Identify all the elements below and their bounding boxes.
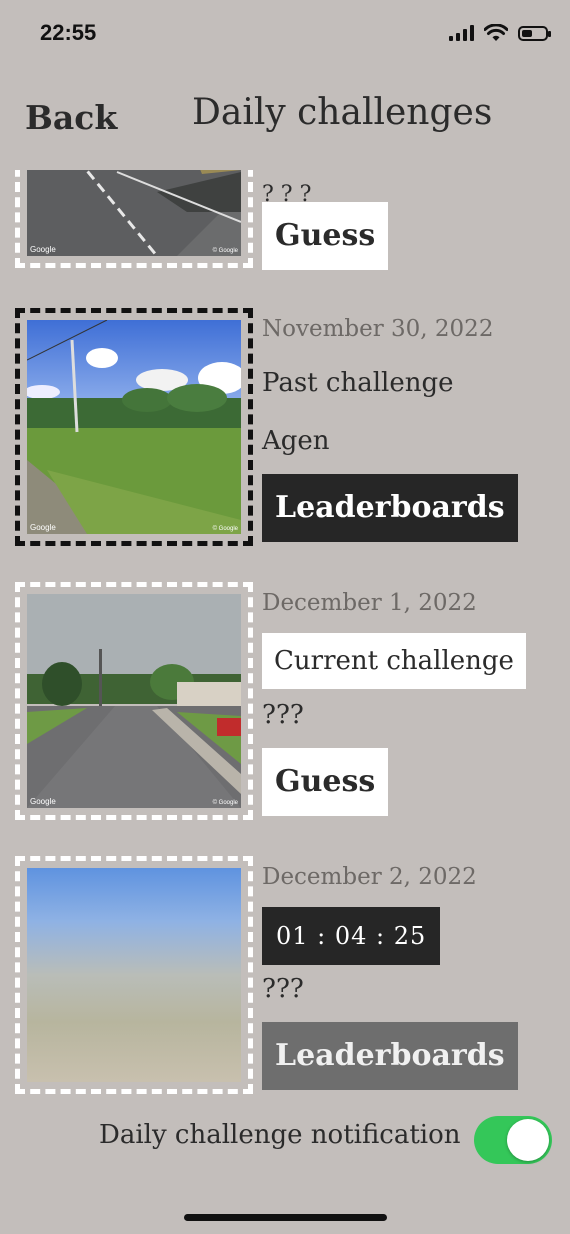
challenge-answer: ???: [262, 700, 304, 730]
status-time: 22:55: [40, 20, 97, 45]
google-copyright: © Google: [212, 248, 238, 254]
battery-icon: [518, 25, 551, 41]
home-indicator[interactable]: [184, 1214, 387, 1221]
leaderboards-button[interactable]: Leaderboards: [262, 1022, 518, 1090]
challenge-thumbnail-frame[interactable]: Google © Google: [15, 170, 253, 268]
challenge-answer: Agen: [262, 426, 330, 456]
wifi-icon: [484, 24, 508, 41]
google-watermark: Google: [30, 797, 56, 806]
challenge-status: Past challenge: [262, 368, 454, 398]
toggle-knob: [507, 1119, 549, 1161]
google-watermark: Google: [30, 523, 56, 532]
signal-icon: [449, 25, 474, 41]
challenge-date: December 1, 2022: [262, 590, 477, 616]
countdown-timer: 01 : 04 : 25: [262, 907, 441, 965]
notification-setting: Daily challenge notification: [0, 1112, 570, 1168]
challenge-list[interactable]: Google © Google ? ? ? Guess Google © Goo…: [0, 170, 570, 1100]
challenge-thumbnail-frame[interactable]: Google © Google: [15, 582, 253, 820]
google-watermark: Google: [30, 245, 56, 254]
challenge-thumbnail-frame[interactable]: [15, 856, 253, 1094]
street-view-thumbnail: Google © Google: [27, 320, 241, 534]
challenge-answer: ???: [262, 974, 304, 1004]
status-bar: 22:55: [0, 0, 570, 70]
header: Back Daily challenges: [0, 88, 570, 148]
guess-button[interactable]: Guess: [262, 748, 389, 816]
back-button[interactable]: Back: [25, 98, 117, 137]
challenge-card: Google © Google ? ? ? Guess: [0, 170, 570, 270]
status-icons: [449, 24, 551, 42]
challenge-card: Google © Google December 1, 2022 Current…: [0, 582, 570, 822]
notification-label: Daily challenge notification: [99, 1120, 461, 1150]
challenge-thumbnail-frame[interactable]: Google © Google: [15, 308, 253, 546]
street-view-thumbnail: Google © Google: [27, 170, 241, 256]
leaderboards-button[interactable]: Leaderboards: [262, 474, 518, 542]
google-copyright: © Google: [212, 526, 238, 532]
challenge-card: December 2, 2022 01 : 04 : 25 ??? Leader…: [0, 856, 570, 1096]
page-title: Daily challenges: [192, 92, 493, 133]
challenge-card: Google © Google November 30, 2022 Past c…: [0, 308, 570, 548]
challenge-status: Current challenge: [262, 633, 526, 689]
challenge-date: November 30, 2022: [262, 316, 494, 342]
notification-toggle[interactable]: [474, 1116, 552, 1164]
google-copyright: © Google: [212, 800, 238, 806]
street-view-thumbnail: Google © Google: [27, 594, 241, 808]
blurred-thumbnail: [27, 868, 241, 1082]
guess-button[interactable]: Guess: [262, 202, 389, 270]
challenge-date: December 2, 2022: [262, 864, 477, 890]
